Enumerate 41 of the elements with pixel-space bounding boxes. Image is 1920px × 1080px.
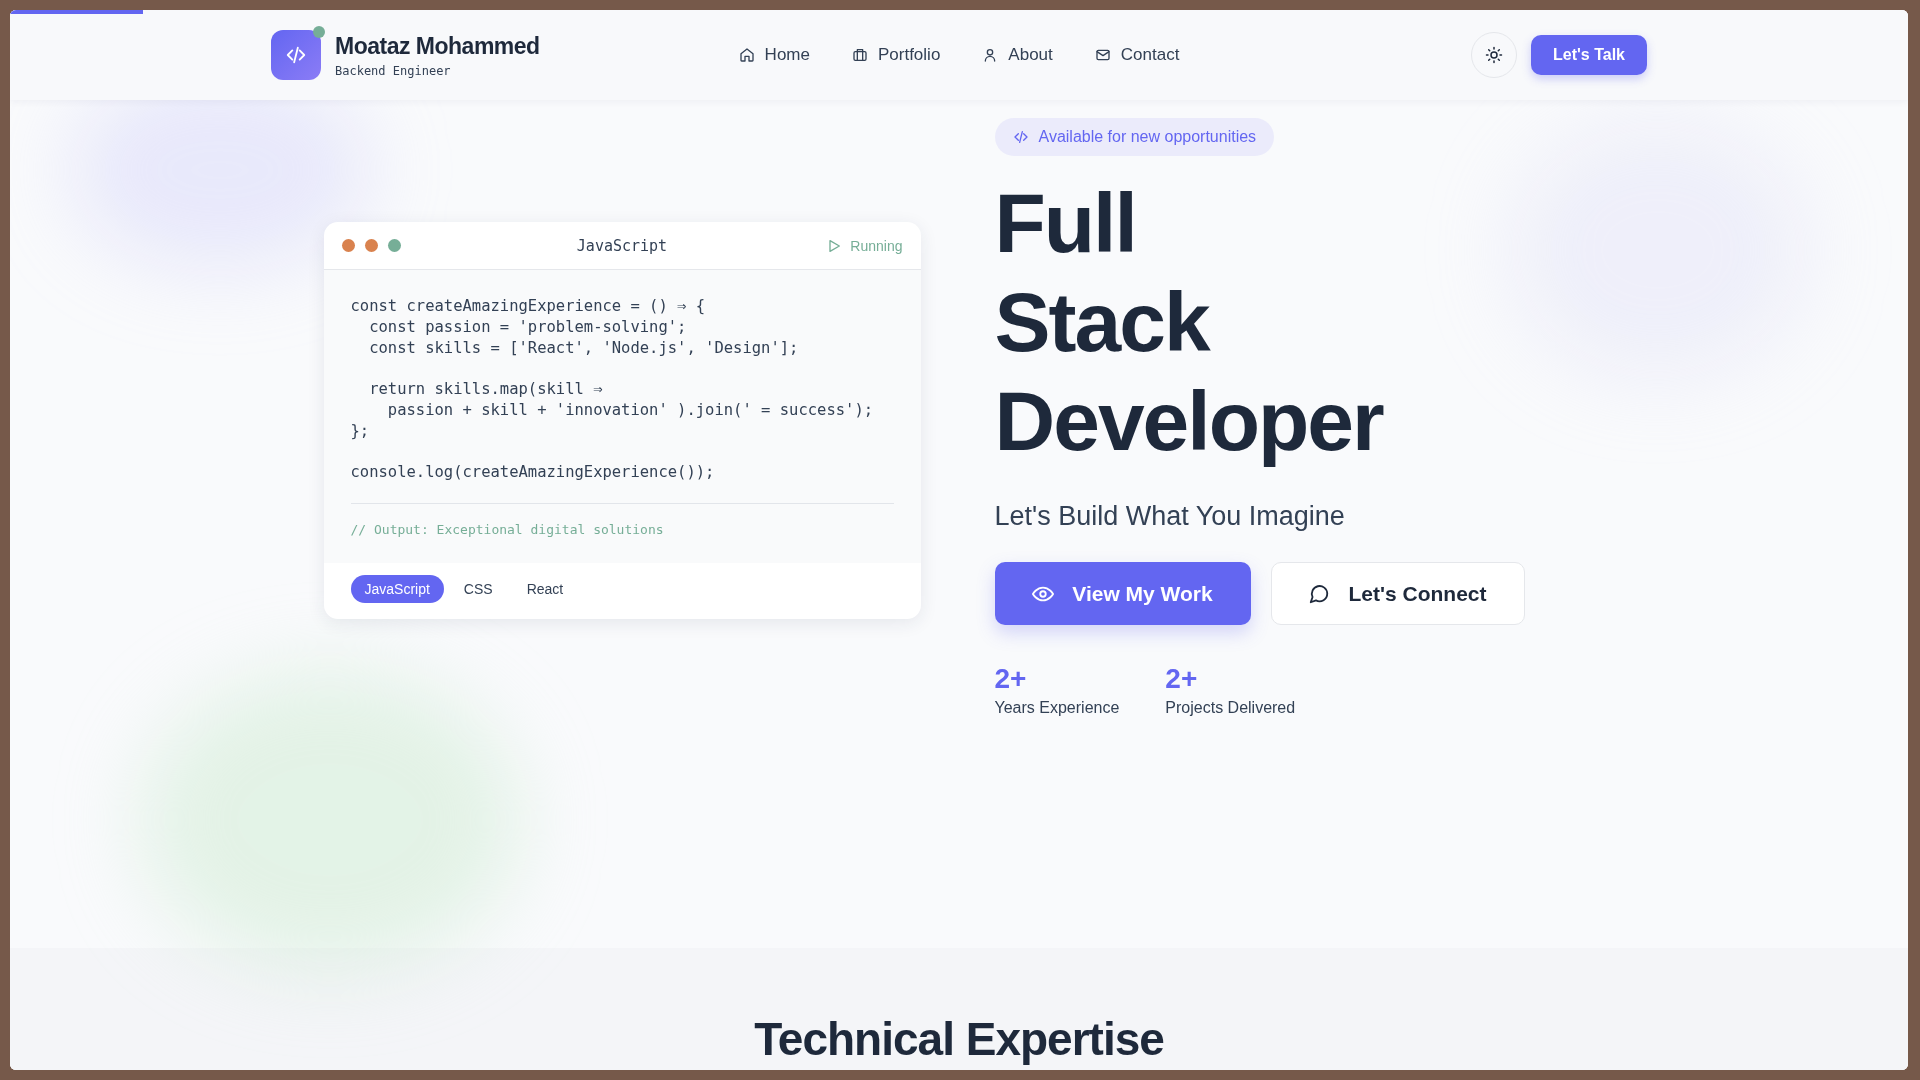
code-line: const passion = 'problem-solving'; bbox=[368, 317, 688, 338]
section-heading: Technical Expertise bbox=[754, 1012, 1164, 1066]
home-icon bbox=[738, 47, 755, 63]
code-line: }; bbox=[350, 421, 371, 442]
stat-value: 2+ bbox=[1165, 663, 1199, 695]
briefcase-icon bbox=[851, 47, 868, 63]
language-tab[interactable]: React bbox=[512, 575, 578, 603]
code-line: passion + skill + 'innovation' ).join(' = success'); bbox=[386, 400, 875, 421]
hero-tagline: Let's Build What You Imagine bbox=[994, 501, 1346, 532]
language-tab[interactable]: JavaScript bbox=[350, 575, 444, 603]
play-icon bbox=[826, 237, 843, 254]
site-name: Moataz Mohammed bbox=[335, 32, 540, 60]
speech-bubble-icon bbox=[1308, 582, 1331, 605]
nav-link[interactable]: Contact bbox=[1094, 41, 1180, 69]
stat-label: Projects Delivered bbox=[1165, 699, 1296, 717]
hero-title: Stack bbox=[994, 274, 1211, 371]
theme-toggle-button[interactable] bbox=[1471, 32, 1517, 78]
talk-button[interactable]: Let's Talk bbox=[1531, 35, 1647, 75]
code-icon bbox=[285, 44, 307, 66]
hero-title: Developer bbox=[994, 373, 1385, 470]
stat-label: Years Experience bbox=[994, 699, 1120, 717]
envelope-icon bbox=[1094, 47, 1111, 63]
connect-button[interactable]: Let's Connect bbox=[1270, 562, 1525, 625]
code-comment: // Output: Exceptional digital solutions bbox=[350, 503, 894, 559]
stat-value: 2+ bbox=[994, 663, 1028, 695]
code-line: return skills.map(skill ⇒ bbox=[368, 379, 604, 400]
code-line: console.log(createAmazingExperience()); bbox=[350, 462, 716, 483]
hero-title: Full bbox=[994, 175, 1137, 272]
view-work-button[interactable]: View My Work bbox=[994, 562, 1251, 625]
site-subtitle: Backend Engineer bbox=[335, 63, 452, 78]
nav-link[interactable]: Home bbox=[738, 41, 810, 69]
run-status-text: Running bbox=[850, 237, 903, 254]
nav-link[interactable]: Portfolio bbox=[851, 41, 941, 69]
code-line: const createAmazingExperience = () ⇒ { bbox=[350, 296, 707, 317]
code-icon bbox=[1012, 129, 1029, 145]
code-line: const skills = ['React', 'Node.js', 'Design']; bbox=[368, 338, 800, 359]
sun-icon bbox=[1485, 46, 1503, 64]
nav-link[interactable]: About bbox=[982, 41, 1053, 69]
code-title: JavaScript bbox=[576, 236, 668, 255]
badge-text: Available for new opportunities bbox=[1038, 128, 1257, 146]
language-tab[interactable]: CSS bbox=[449, 575, 507, 603]
